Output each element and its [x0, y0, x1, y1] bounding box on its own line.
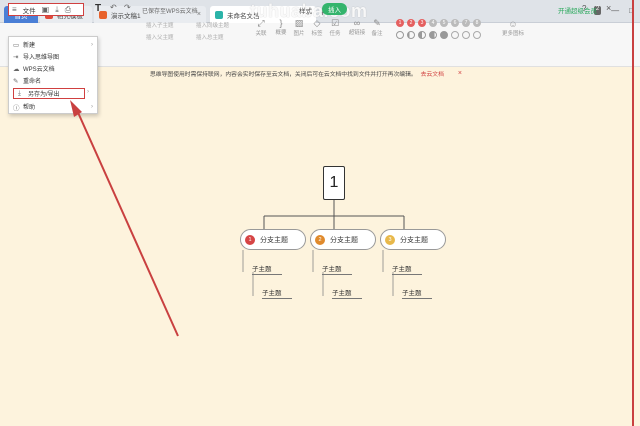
subtopic[interactable]: 子主题 [392, 263, 422, 275]
priority-1-icon: 1 [245, 234, 255, 245]
priority-3-icon: 3 [385, 234, 395, 245]
priority-2-icon: 2 [315, 234, 325, 245]
branch-topic-2[interactable]: 2 分支主题 [310, 229, 376, 250]
subtopic[interactable]: 子主题 [332, 287, 362, 299]
mindmap-connectors [242, 200, 405, 296]
branch-topic-3[interactable]: 3 分支主题 [380, 229, 446, 250]
subtopic[interactable]: 子主题 [402, 287, 432, 299]
subtopic[interactable]: 子主题 [322, 263, 352, 275]
subtopic[interactable]: 子主题 [262, 287, 292, 299]
root-topic[interactable]: 1 [323, 166, 345, 200]
subtopic[interactable]: 子主题 [252, 263, 282, 275]
branch-topic-1[interactable]: 1 分支主题 [240, 229, 306, 250]
branch-label: 分支主题 [400, 236, 428, 244]
branch-label: 分支主题 [330, 236, 358, 244]
branch-label: 分支主题 [260, 236, 288, 244]
